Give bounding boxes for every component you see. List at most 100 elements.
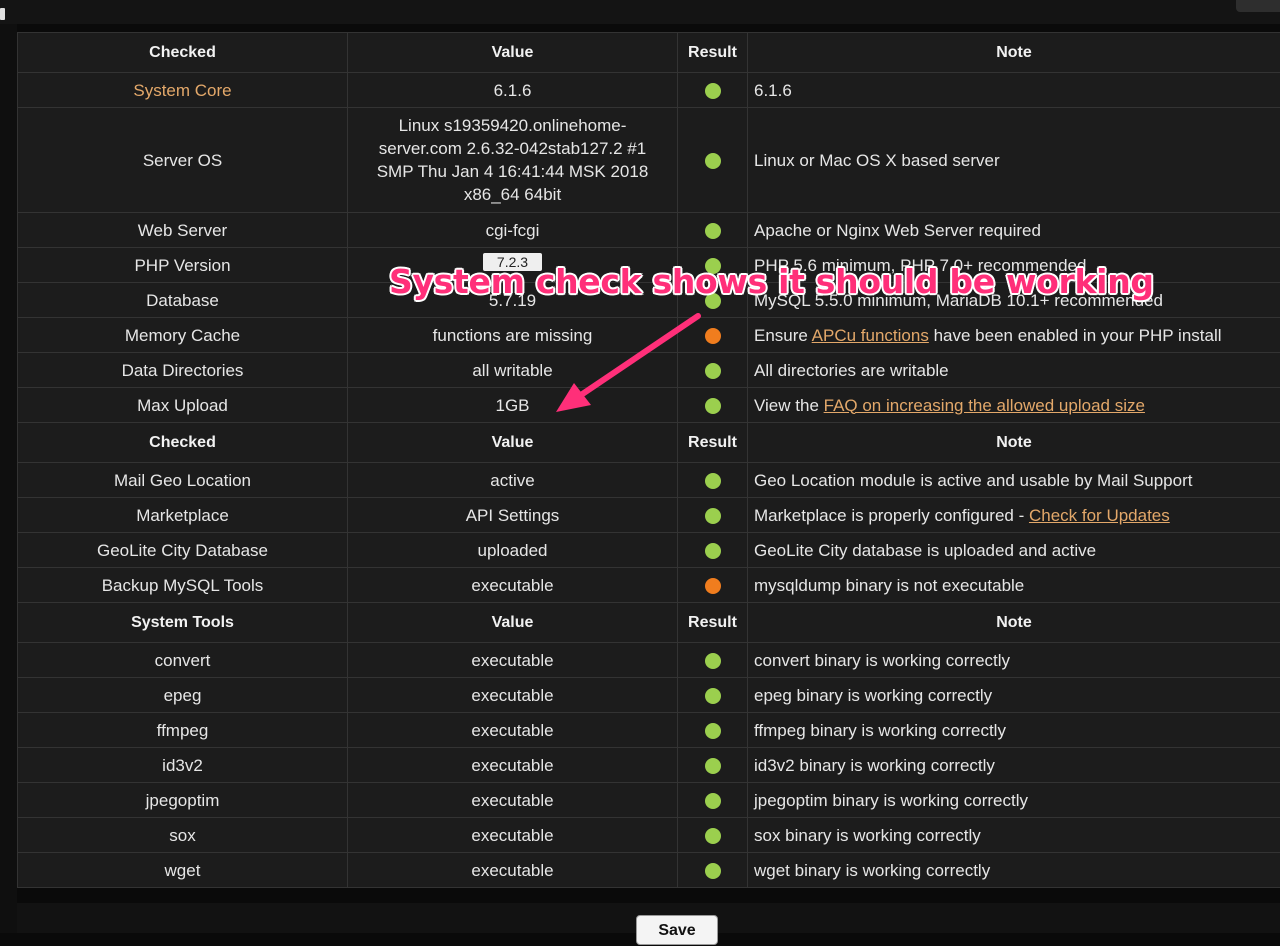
row-result <box>678 818 748 853</box>
row-note: Linux or Mac OS X based server <box>748 108 1280 213</box>
note-text: View the <box>754 396 824 415</box>
row-value: all writable <box>348 353 678 388</box>
header-value: Value <box>348 33 678 73</box>
row-value: cgi-fcgi <box>348 213 678 248</box>
status-ok-icon <box>705 758 721 774</box>
upload-size-faq-link[interactable]: FAQ on increasing the allowed upload siz… <box>824 396 1145 415</box>
row-result <box>678 748 748 783</box>
table-row: id3v2 executable id3v2 binary is working… <box>18 748 1280 783</box>
row-checked: jpegoptim <box>18 783 348 818</box>
annotation-callout: System check shows it should be working <box>389 262 1154 301</box>
row-note: Apache or Nginx Web Server required <box>748 213 1280 248</box>
header-checked: Checked <box>18 33 348 73</box>
table-row: Mail Geo Location active Geo Location mo… <box>18 463 1280 498</box>
row-checked: Mail Geo Location <box>18 463 348 498</box>
table-row: Memory Cache functions are missing Ensur… <box>18 318 1280 353</box>
status-ok-icon <box>705 543 721 559</box>
status-ok-icon <box>705 398 721 414</box>
row-note: jpegoptim binary is working correctly <box>748 783 1280 818</box>
header-value: Value <box>348 603 678 643</box>
system-check-table: Checked Value Result Note System Core 6.… <box>17 32 1280 888</box>
header-value: Value <box>348 423 678 463</box>
row-result <box>678 643 748 678</box>
row-value: executable <box>348 783 678 818</box>
row-result <box>678 318 748 353</box>
row-value: executable <box>348 748 678 783</box>
table-row: Marketplace API Settings Marketplace is … <box>18 498 1280 533</box>
status-warning-icon <box>705 578 721 594</box>
header-result: Result <box>678 33 748 73</box>
row-result <box>678 463 748 498</box>
row-note: sox binary is working correctly <box>748 818 1280 853</box>
row-checked: Memory Cache <box>18 318 348 353</box>
table-row: Server OS Linux s19359420.onlinehome-ser… <box>18 108 1280 213</box>
table-header-row: Checked Value Result Note <box>18 33 1280 73</box>
row-value: 6.1.6 <box>348 73 678 108</box>
row-checked: Marketplace <box>18 498 348 533</box>
table-row: jpegoptim executable jpegoptim binary is… <box>18 783 1280 818</box>
row-checked: epeg <box>18 678 348 713</box>
header-note: Note <box>748 33 1280 73</box>
row-result <box>678 568 748 603</box>
check-for-updates-link[interactable]: Check for Updates <box>1029 506 1170 525</box>
row-result <box>678 783 748 818</box>
row-checked: convert <box>18 643 348 678</box>
table-row: convert executable convert binary is wor… <box>18 643 1280 678</box>
row-value: executable <box>348 853 678 888</box>
apcu-functions-link[interactable]: APCu functions <box>812 326 929 345</box>
status-ok-icon <box>705 688 721 704</box>
status-ok-icon <box>705 653 721 669</box>
row-value: Linux s19359420.onlinehome-server.com 2.… <box>348 108 678 213</box>
corner-button[interactable] <box>1236 0 1280 12</box>
row-result <box>678 853 748 888</box>
row-result <box>678 533 748 568</box>
row-checked: sox <box>18 818 348 853</box>
status-ok-icon <box>705 363 721 379</box>
row-result <box>678 498 748 533</box>
row-note: Ensure APCu functions have been enabled … <box>748 318 1280 353</box>
row-note: 6.1.6 <box>748 73 1280 108</box>
row-note: mysqldump binary is not executable <box>748 568 1280 603</box>
row-value: executable <box>348 643 678 678</box>
status-ok-icon <box>705 793 721 809</box>
table-row: wget executable wget binary is working c… <box>18 853 1280 888</box>
note-text: have been enabled in your PHP install <box>929 326 1222 345</box>
row-value: 1GB <box>348 388 678 423</box>
row-result <box>678 213 748 248</box>
row-note: View the FAQ on increasing the allowed u… <box>748 388 1280 423</box>
status-ok-icon <box>705 83 721 99</box>
left-rail <box>0 24 17 933</box>
row-note: convert binary is working correctly <box>748 643 1280 678</box>
row-value: executable <box>348 713 678 748</box>
row-checked: Max Upload <box>18 388 348 423</box>
header-checked: Checked <box>18 423 348 463</box>
row-result <box>678 353 748 388</box>
window-edge-glyph <box>0 8 5 20</box>
table-row: GeoLite City Database uploaded GeoLite C… <box>18 533 1280 568</box>
row-value: functions are missing <box>348 318 678 353</box>
status-warning-icon <box>705 328 721 344</box>
row-result <box>678 713 748 748</box>
save-button[interactable]: Save <box>636 915 718 945</box>
row-result <box>678 108 748 213</box>
row-note: Marketplace is properly configured - Che… <box>748 498 1280 533</box>
header-note: Note <box>748 603 1280 643</box>
table-row: epeg executable epeg binary is working c… <box>18 678 1280 713</box>
row-checked: Backup MySQL Tools <box>18 568 348 603</box>
row-note: epeg binary is working correctly <box>748 678 1280 713</box>
row-checked: ffmpeg <box>18 713 348 748</box>
row-checked: id3v2 <box>18 748 348 783</box>
row-checked: Server OS <box>18 108 348 213</box>
status-ok-icon <box>705 153 721 169</box>
header-result: Result <box>678 603 748 643</box>
row-value: uploaded <box>348 533 678 568</box>
row-note: All directories are writable <box>748 353 1280 388</box>
header-note: Note <box>748 423 1280 463</box>
status-ok-icon <box>705 473 721 489</box>
row-result <box>678 388 748 423</box>
table-row: ffmpeg executable ffmpeg binary is worki… <box>18 713 1280 748</box>
table-row: Max Upload 1GB View the FAQ on increasin… <box>18 388 1280 423</box>
status-ok-icon <box>705 828 721 844</box>
table-row: Backup MySQL Tools executable mysqldump … <box>18 568 1280 603</box>
row-result <box>678 678 748 713</box>
